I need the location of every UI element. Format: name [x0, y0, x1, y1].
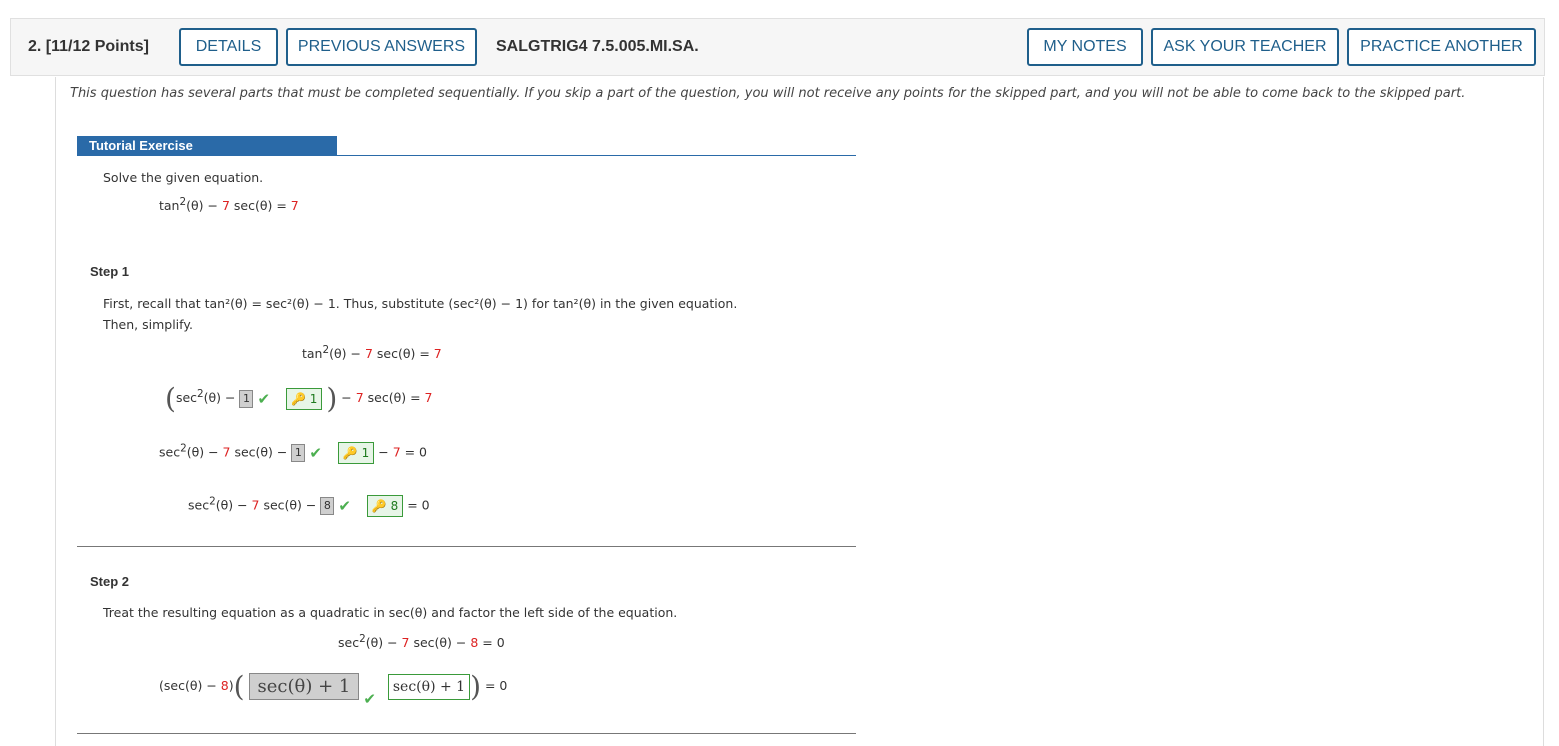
answer-key-1: 🔑 1: [285, 387, 323, 410]
step2-factor: (sec(θ) − 8)( sec(θ) + 1 ✔ sec(θ) + 1) =…: [159, 670, 508, 708]
content-right-border: [1543, 77, 1544, 746]
step2-equation: sec2(θ) − 7 sec(θ) − 8 = 0: [338, 633, 505, 651]
step-divider: [77, 546, 856, 547]
answer-input-3[interactable]: 8: [320, 497, 335, 515]
step1-row3: sec2(θ) − 7 sec(θ) − 1 ✔ 🔑 1 − 7 = 0: [159, 442, 428, 464]
check-icon: ✔: [309, 444, 322, 462]
question-number-points: 2. [11/12 Points]: [28, 38, 149, 55]
step1-row4: sec2(θ) − 7 sec(θ) − 8 ✔ 🔑 8 = 0: [188, 495, 430, 517]
content-left-border: [55, 77, 56, 746]
key-icon: 🔑: [371, 499, 387, 513]
check-icon: ✔: [338, 497, 351, 515]
step2-title: Step 2: [90, 574, 130, 589]
answer-key-4: sec(θ) + 1: [387, 673, 471, 700]
tutorial-title: Tutorial Exercise: [77, 136, 337, 155]
answer-input-2[interactable]: 1: [291, 444, 306, 462]
details-button[interactable]: DETAILS: [179, 28, 278, 66]
key-icon: 🔑: [290, 391, 306, 406]
question-header: 2. [11/12 Points] DETAILS PREVIOUS ANSWE…: [10, 18, 1545, 76]
tutorial-equation: tan2(θ) − 7 sec(θ) = 7: [159, 196, 299, 214]
question-id: SALGTRIG4 7.5.005.MI.SA.: [496, 38, 699, 55]
check-icon: ✔: [257, 389, 271, 408]
previous-answers-button[interactable]: PREVIOUS ANSWERS: [286, 28, 477, 66]
intro-note: This question has several parts that mus…: [70, 86, 1466, 101]
step1-row2: (sec2(θ) − 1 ✔ 🔑 1 ) − 7 sec(θ) = 7: [165, 382, 433, 415]
step1-text-line1: First, recall that tan²(θ) = sec²(θ) − 1…: [103, 296, 738, 311]
check-icon: ✔: [363, 690, 376, 708]
tutorial-prompt: Solve the given equation.: [103, 170, 264, 185]
my-notes-button[interactable]: MY NOTES: [1027, 28, 1143, 66]
step1-text-line2: Then, simplify.: [103, 317, 193, 332]
tutorial-divider: [77, 155, 856, 156]
answer-input-4[interactable]: sec(θ) + 1: [248, 673, 360, 700]
answer-input-1[interactable]: 1: [239, 389, 254, 408]
step-divider: [77, 733, 856, 734]
step2-text: Treat the resulting equation as a quadra…: [103, 605, 678, 620]
step1-row1: tan2(θ) − 7 sec(θ) = 7: [302, 344, 442, 362]
key-icon: 🔑: [342, 446, 358, 460]
answer-key-2: 🔑 1: [337, 442, 375, 464]
ask-teacher-button[interactable]: ASK YOUR TEACHER: [1151, 28, 1339, 66]
step1-title: Step 1: [90, 264, 130, 279]
answer-key-3: 🔑 8: [366, 495, 404, 517]
practice-another-button[interactable]: PRACTICE ANOTHER: [1347, 28, 1536, 66]
